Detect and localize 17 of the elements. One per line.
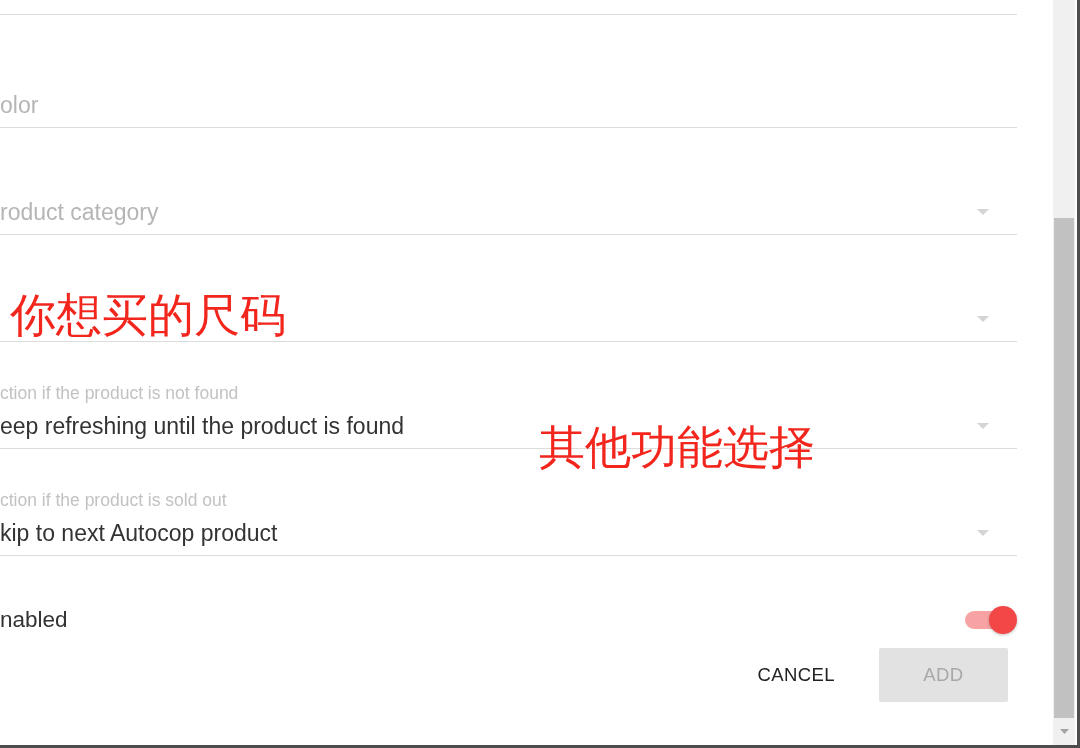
input-field[interactable]: olor — [0, 15, 1017, 128]
caret-icon — [977, 530, 989, 536]
caret-icon — [977, 316, 989, 322]
cancel-button[interactable]: CANCEL — [741, 648, 851, 702]
dropdown-placeholder: roduct category — [0, 199, 160, 225]
scrollbar-track[interactable] — [1053, 0, 1075, 745]
dropdown-value: eep refreshing until the product is found — [0, 413, 406, 439]
annotation-text: 你想买的尺码 — [10, 292, 286, 338]
caret-icon — [977, 209, 989, 215]
scroll-down-arrow-icon[interactable] — [1059, 729, 1069, 734]
dropdown-value: kip to next Autocop product — [0, 520, 279, 546]
toggle-switch[interactable] — [965, 606, 1017, 634]
field-label: ction if the product is sold out — [0, 490, 228, 510]
field-label: ction if the product is not found — [0, 383, 240, 403]
scrollbar-thumb[interactable] — [1054, 218, 1074, 718]
toggle-label: nabled — [0, 607, 68, 633]
caret-icon — [977, 423, 989, 429]
